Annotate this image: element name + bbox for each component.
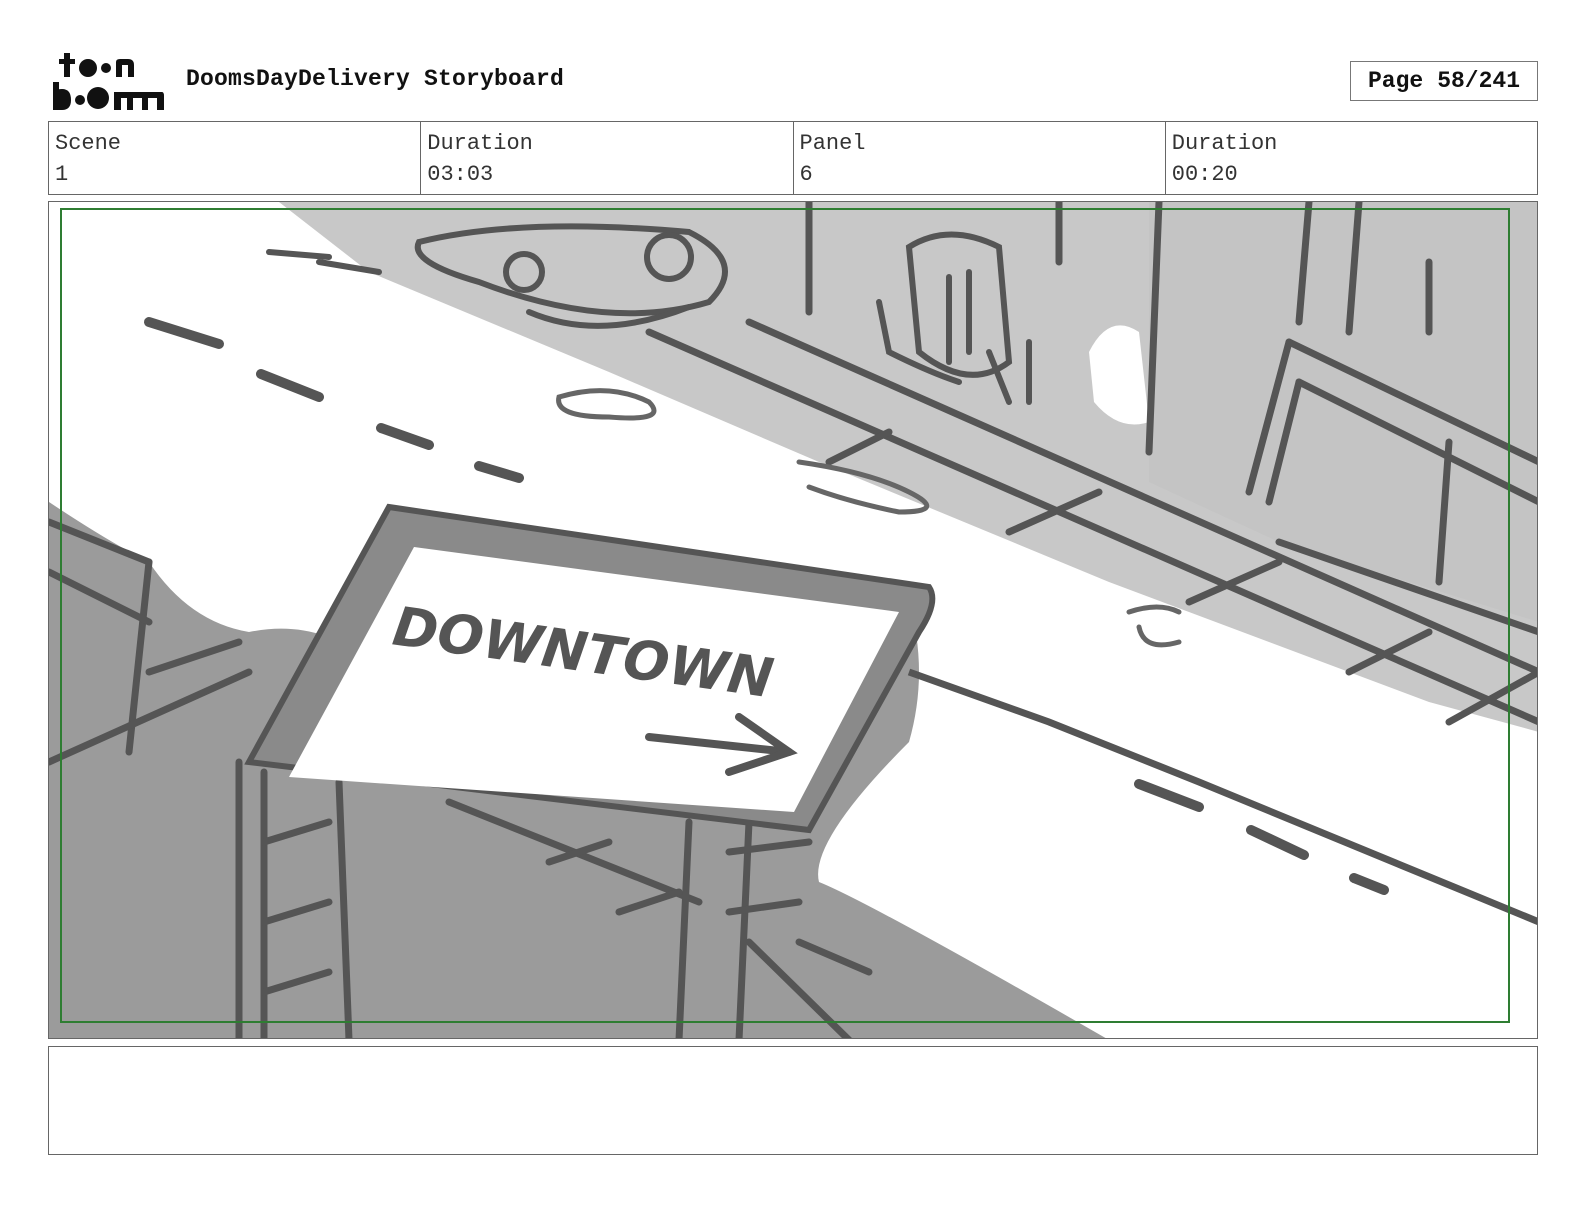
scene-cell: Scene 1 — [49, 122, 422, 194]
toonboom-logo — [53, 53, 164, 110]
logo-mark — [53, 53, 164, 110]
panel-label: Panel — [799, 131, 866, 156]
panel-duration-value: 00:20 — [1171, 162, 1238, 187]
document-title: DoomsDayDelivery Storyboard — [186, 66, 565, 92]
panel-notes — [48, 1046, 1538, 1155]
scene-duration-value: 03:03 — [427, 162, 494, 187]
panel-duration-cell: Duration 00:20 — [1166, 122, 1537, 194]
panel-info-row: Scene 1 Duration 03:03 Panel 6 Duration … — [48, 121, 1538, 195]
rooftop-edge — [907, 668, 1537, 925]
page-indicator: Page 58/241 — [1350, 61, 1538, 101]
panel-image: DOWNTOWN — [48, 201, 1538, 1039]
panel-cell: Panel 6 — [794, 122, 1166, 194]
scene-value: 1 — [55, 162, 69, 187]
panel-value: 6 — [799, 162, 813, 187]
scene-duration-cell: Duration 03:03 — [421, 122, 794, 194]
scene-label: Scene — [55, 131, 122, 156]
scene-duration-label: Duration — [427, 131, 533, 156]
storyboard-sketch: DOWNTOWN — [49, 202, 1537, 1038]
page-number: 58/241 — [1437, 68, 1521, 94]
page-label: Page — [1367, 68, 1424, 94]
panel-duration-label: Duration — [1171, 131, 1278, 156]
